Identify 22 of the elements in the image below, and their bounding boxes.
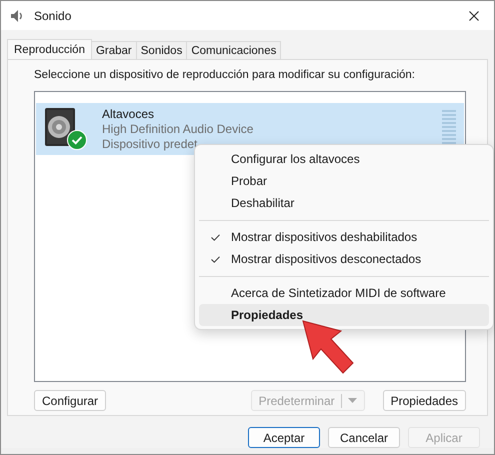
menu-item[interactable]: Acerca de Sintetizador MIDI de software (199, 282, 489, 304)
menu-item[interactable]: Deshabilitar (199, 192, 489, 214)
button[interactable]: Configurar (34, 390, 106, 411)
checkmark-icon (210, 234, 220, 240)
pointer-arrow-icon (301, 319, 355, 375)
menu-item[interactable]: Mostrar dispositivos desconectados (199, 248, 489, 270)
menu-item[interactable]: Probar (199, 170, 489, 192)
button[interactable]: Aceptar (248, 427, 320, 448)
instruction-text: Seleccione un dispositivo de reproducción para modificar su configuración: (34, 69, 416, 81)
menu-item[interactable]: Mostrar dispositivos deshabilitados (199, 226, 489, 248)
device-description: High Definition Audio Device (102, 122, 254, 136)
button[interactable]: Propiedades (382, 390, 466, 411)
window-title: Sonido (34, 8, 72, 22)
device-status: Dispositivo predet (102, 136, 198, 152)
tab[interactable]: Reproducción (7, 39, 92, 59)
close-icon[interactable] (469, 10, 479, 20)
menu-item[interactable]: Propiedades (199, 304, 489, 326)
device-name: Altavoces (102, 106, 156, 122)
checkmark-icon (210, 256, 220, 262)
button[interactable]: Cancelar (328, 427, 400, 448)
tab[interactable]: Comunicaciones (186, 41, 282, 59)
speaker-icon (10, 8, 24, 22)
